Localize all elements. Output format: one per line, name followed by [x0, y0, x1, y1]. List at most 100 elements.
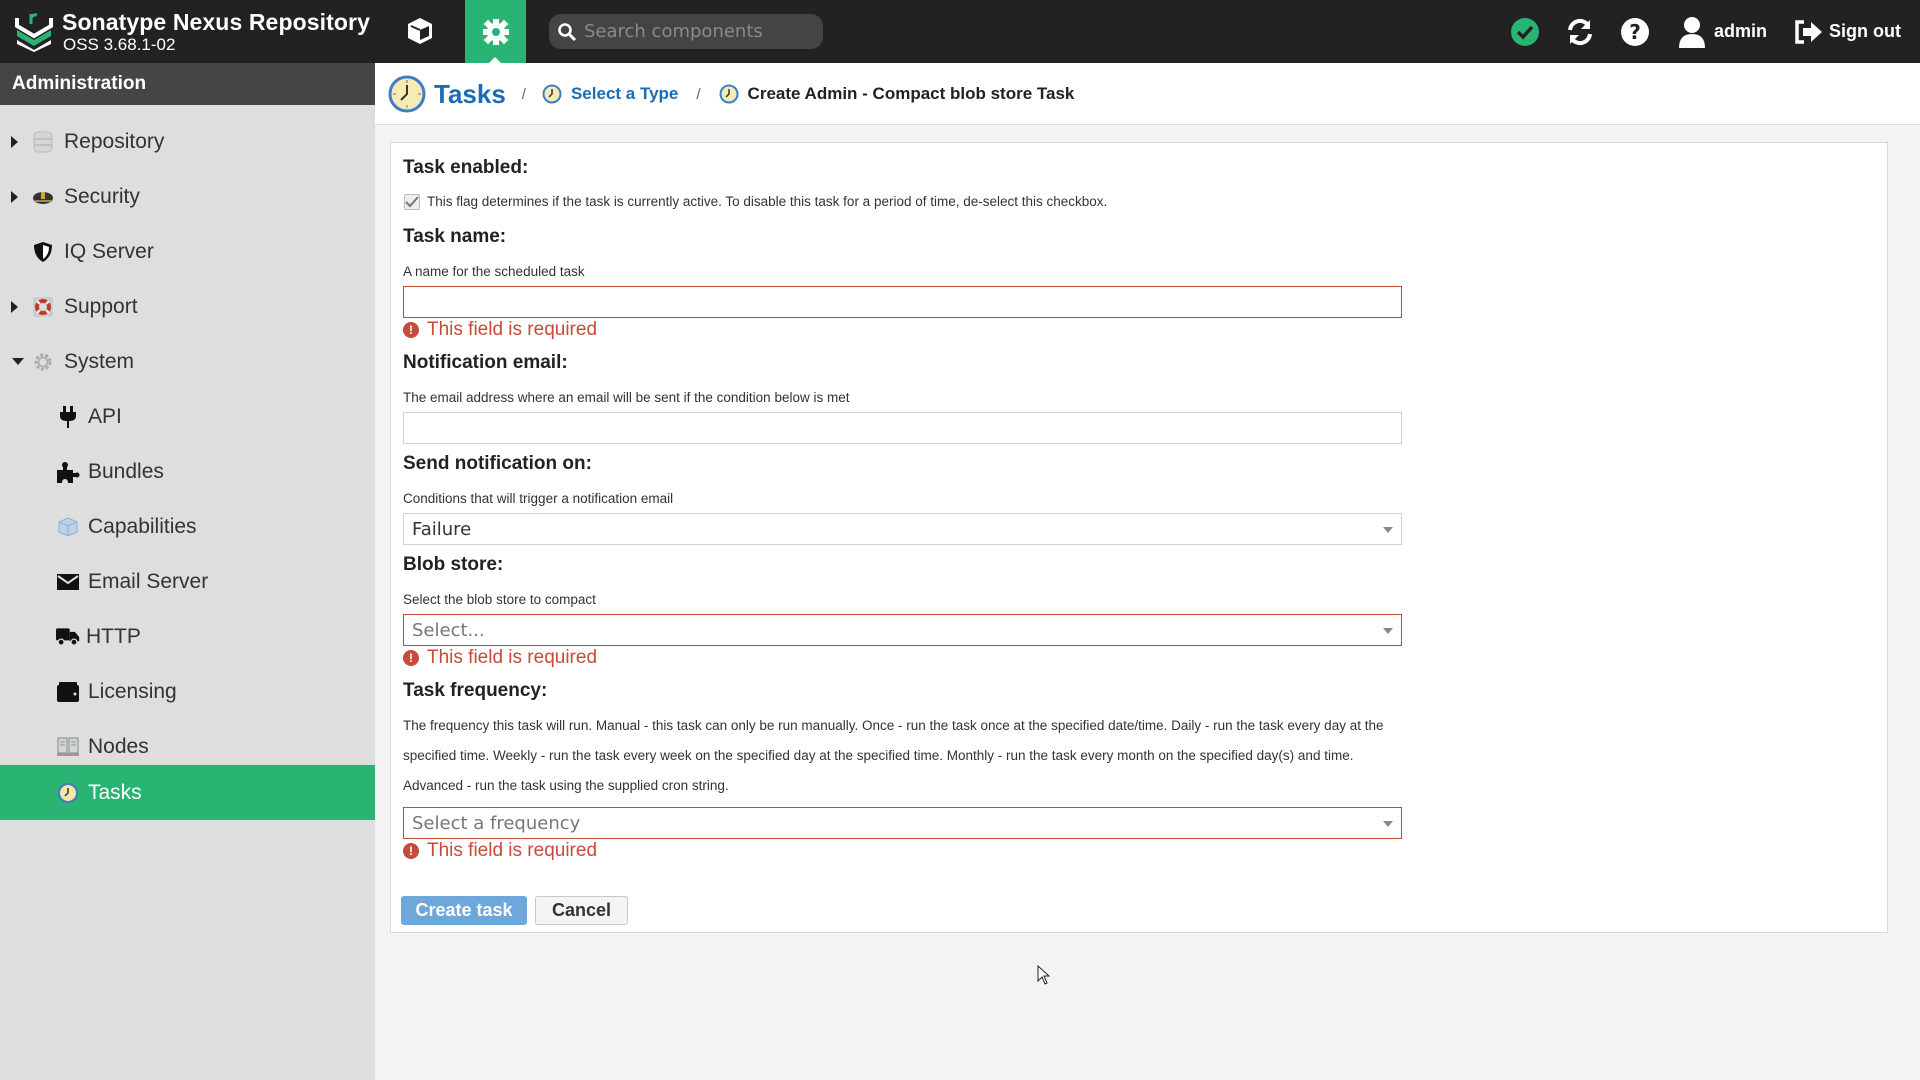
- svg-text:?: ?: [1629, 20, 1641, 44]
- search-icon: [558, 22, 577, 41]
- breadcrumb-separator: /: [521, 85, 526, 103]
- task-name-error: ! This field is required: [403, 319, 597, 341]
- refresh-button[interactable]: [1564, 0, 1596, 63]
- database-icon: [31, 130, 55, 154]
- dropdown-arrow-icon: [1383, 821, 1393, 827]
- servers-icon: [56, 735, 80, 759]
- clock-icon: [542, 84, 562, 104]
- task-frequency-select[interactable]: Select a frequency: [403, 807, 1402, 839]
- clock-icon: [56, 781, 80, 805]
- sidebar-item-repository[interactable]: Repository: [0, 114, 375, 169]
- send-notification-select[interactable]: Failure: [403, 513, 1402, 545]
- user-name: admin: [1714, 21, 1768, 41]
- cube-icon: [408, 18, 432, 44]
- breadcrumb-select-type-link[interactable]: Select a Type: [571, 84, 678, 104]
- plug-icon: [56, 405, 80, 429]
- blob-store-select[interactable]: Select...: [403, 614, 1402, 646]
- brand-title: Sonatype Nexus Repository: [62, 9, 370, 35]
- placeholder-value: Select...: [412, 619, 485, 641]
- sidebar-item-label: Tasks: [88, 780, 142, 804]
- search-box[interactable]: [549, 14, 823, 49]
- notification-email-help: The email address where an email will be…: [403, 390, 850, 405]
- error-icon: !: [403, 322, 419, 338]
- blob-store-error: ! This field is required: [403, 647, 597, 669]
- task-frequency-error: ! This field is required: [403, 840, 597, 862]
- collapse-arrow-icon[interactable]: [12, 358, 24, 365]
- browse-button[interactable]: [403, 14, 437, 48]
- status-ok-icon: [1509, 16, 1541, 48]
- shield-icon: [31, 240, 55, 264]
- task-enabled-checkbox[interactable]: [404, 194, 420, 210]
- gear-icon: [482, 18, 509, 45]
- sidebar-item-label: Email Server: [88, 569, 209, 593]
- sidebar-item-security[interactable]: Security: [0, 169, 375, 224]
- sidebar-item-label: Capabilities: [88, 514, 197, 538]
- dropdown-arrow-icon: [1383, 527, 1393, 533]
- sidebar-item-label: Bundles: [88, 459, 164, 483]
- top-header: Sonatype Nexus Repository OSS 3.68.1-02: [0, 0, 1920, 63]
- sidebar-item-label: Security: [64, 184, 140, 208]
- error-text: This field is required: [427, 319, 598, 340]
- task-enabled-label: Task enabled:: [403, 157, 529, 178]
- dropdown-arrow-icon: [1383, 628, 1393, 634]
- breadcrumb-root-tasks[interactable]: Tasks: [434, 79, 506, 110]
- puzzle-icon: [56, 460, 80, 484]
- sidebar-item-iq-server[interactable]: IQ Server: [0, 224, 375, 279]
- notification-email-label: Notification email:: [403, 352, 568, 373]
- sidebar-item-support[interactable]: Support: [0, 279, 375, 334]
- error-icon: !: [403, 843, 419, 859]
- cancel-button[interactable]: Cancel: [535, 896, 628, 925]
- notification-email-input[interactable]: [403, 412, 1402, 444]
- sidebar-item-tasks[interactable]: Tasks: [0, 765, 375, 820]
- search-input[interactable]: [584, 21, 814, 42]
- placeholder-value: Select a frequency: [412, 812, 581, 834]
- breadcrumb: Tasks / Select a Type / Create Admin - C…: [388, 63, 1074, 125]
- sidebar-item-label: IQ Server: [64, 239, 154, 263]
- tasks-clock-icon: [388, 75, 426, 113]
- create-task-form: Task enabled: This flag determines if th…: [390, 142, 1888, 933]
- send-notification-help: Conditions that will trigger a notificat…: [403, 491, 674, 506]
- expand-arrow-icon[interactable]: [11, 300, 18, 313]
- expand-arrow-icon[interactable]: [11, 135, 18, 148]
- sidebar-item-capabilities[interactable]: Capabilities: [0, 499, 375, 554]
- error-text: This field is required: [427, 647, 598, 668]
- user-icon: [1676, 16, 1708, 48]
- refresh-icon: [1564, 16, 1596, 48]
- sign-out-button[interactable]: Sign out: [1793, 0, 1901, 63]
- send-notification-label: Send notification on:: [403, 453, 592, 474]
- sidebar-item-http[interactable]: HTTP: [0, 609, 375, 664]
- cube-icon: [56, 515, 80, 539]
- envelope-icon: [56, 570, 80, 594]
- gear-icon: [31, 350, 55, 374]
- sidebar-item-api[interactable]: API: [0, 389, 375, 444]
- task-frequency-label: Task frequency:: [403, 680, 548, 701]
- sidebar-item-label: API: [88, 404, 122, 428]
- sidebar-item-label: System: [64, 349, 135, 373]
- user-menu-button[interactable]: admin: [1676, 0, 1767, 63]
- task-enabled-help: This flag determines if the task is curr…: [427, 194, 1108, 209]
- nexus-logo-icon[interactable]: [14, 10, 54, 52]
- selected-value: Failure: [412, 518, 472, 540]
- sign-out-label: Sign out: [1829, 21, 1901, 41]
- sidebar: Administration Repository Security IQ Se…: [0, 63, 375, 1080]
- clock-icon: [719, 84, 739, 104]
- sidebar-item-email-server[interactable]: Email Server: [0, 554, 375, 609]
- administration-button[interactable]: [465, 0, 526, 63]
- blob-store-help: Select the blob store to compact: [403, 592, 596, 607]
- sidebar-item-licensing[interactable]: Licensing: [0, 664, 375, 719]
- sidebar-item-label: Nodes: [88, 734, 149, 758]
- sidebar-item-system[interactable]: System: [0, 334, 375, 389]
- checkmark-icon: [405, 196, 419, 208]
- create-task-button[interactable]: Create task: [401, 896, 527, 925]
- task-name-help: A name for the scheduled task: [403, 264, 585, 279]
- task-name-input[interactable]: [403, 286, 1402, 318]
- task-name-label: Task name:: [403, 226, 507, 247]
- sidebar-item-label: Repository: [64, 129, 165, 153]
- expand-arrow-icon[interactable]: [11, 190, 18, 203]
- mouse-cursor-icon: [1037, 964, 1051, 990]
- help-button[interactable]: ?: [1619, 0, 1651, 63]
- brand-version: OSS 3.68.1-02: [63, 35, 176, 54]
- system-status-button[interactable]: [1509, 0, 1541, 63]
- security-cap-icon: [31, 185, 55, 209]
- sidebar-item-bundles[interactable]: Bundles: [0, 444, 375, 499]
